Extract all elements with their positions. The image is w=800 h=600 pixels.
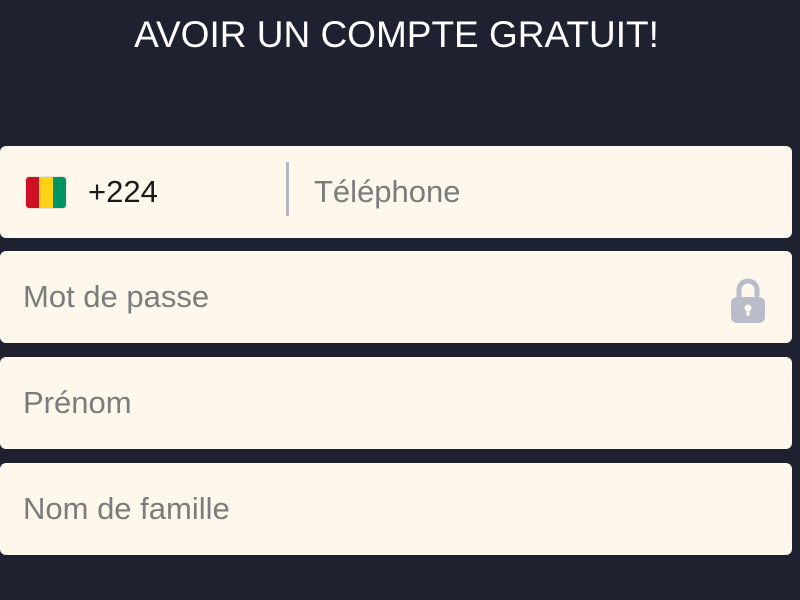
phone-field-divider — [286, 162, 289, 216]
last-name-input[interactable] — [23, 463, 713, 555]
country-dial-code[interactable]: +224 — [88, 174, 158, 210]
flag-stripe-green — [52, 177, 66, 208]
flag-stripe-red — [26, 177, 40, 208]
signup-panel: AVOIR UN COMPTE GRATUIT! +224 — [0, 0, 800, 600]
phone-field[interactable]: +224 — [0, 146, 792, 238]
guinea-flag-icon[interactable] — [26, 177, 66, 208]
first-name-input[interactable] — [23, 357, 713, 449]
page-title: AVOIR UN COMPTE GRATUIT! — [134, 14, 659, 55]
lock-icon[interactable] — [729, 275, 767, 325]
flag-stripe-yellow — [39, 177, 53, 208]
password-input[interactable] — [23, 251, 713, 343]
last-name-field[interactable] — [0, 463, 792, 555]
password-field[interactable] — [0, 251, 792, 343]
first-name-field[interactable] — [0, 357, 792, 449]
phone-input[interactable] — [314, 146, 774, 238]
